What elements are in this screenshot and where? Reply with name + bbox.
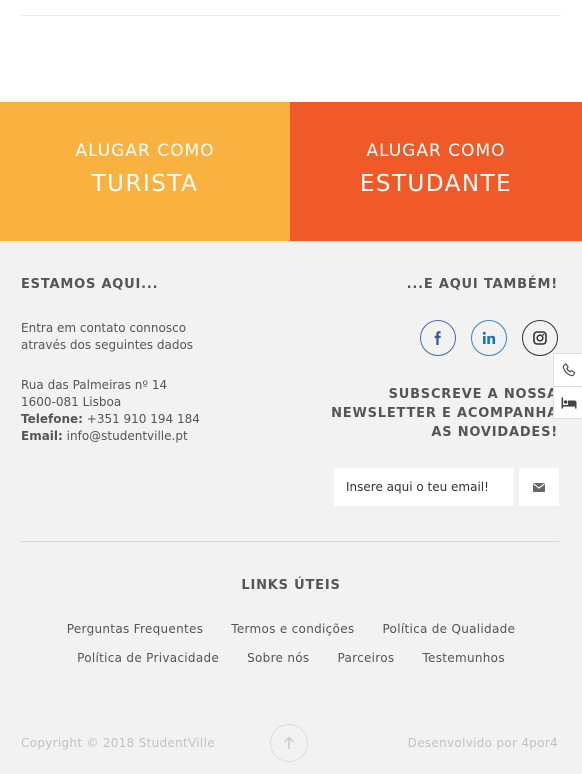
social-heading: ...E AQUI TAMBÉM!	[406, 277, 558, 292]
top-section	[0, 0, 582, 102]
newsletter-line1: SUBSCREVE A NOSSA	[388, 387, 558, 402]
phone-icon	[562, 363, 575, 377]
useful-links-title: LINKS ÚTEIS	[241, 578, 341, 593]
link-privacy-policy[interactable]: Política de Privacidade	[77, 651, 219, 665]
link-terms[interactable]: Termos e condições	[231, 622, 354, 636]
phone-row: Telefone: +351 910 194 184	[21, 411, 200, 428]
email-row: Email: info@studentville.pt	[21, 428, 200, 445]
instagram-icon	[533, 331, 547, 345]
email-label: Email:	[21, 429, 63, 443]
bed-icon	[561, 397, 576, 408]
useful-links-row-2: Política de Privacidade Sobre nós Parcei…	[0, 651, 582, 665]
newsletter-submit-button[interactable]	[519, 468, 559, 506]
address-line1: Rua das Palmeiras nº 14	[21, 378, 168, 392]
developer-credit[interactable]: Desenvolvido por 4por4	[408, 736, 558, 750]
tourist-banner-small-text: ALUGAR COMO	[75, 141, 215, 161]
contact-intro-line2: através dos seguintes dados	[21, 338, 194, 352]
copyright-text: Copyright © 2018 StudentVille	[21, 736, 215, 750]
top-divider	[21, 15, 561, 16]
linkedin-button[interactable]	[471, 320, 507, 356]
footer-divider	[21, 541, 559, 542]
tourist-banner-big-text: TURISTA	[91, 171, 199, 197]
email-value[interactable]: info@studentville.pt	[67, 429, 188, 443]
link-testimonials[interactable]: Testemunhos	[422, 651, 504, 665]
useful-links-row-1: Perguntas Frequentes Termos e condições …	[0, 622, 582, 636]
contact-heading: ESTAMOS AQUI...	[21, 277, 159, 292]
scroll-to-top-button[interactable]	[270, 724, 308, 762]
contact-intro-line1: Entra em contato connosco	[21, 321, 187, 335]
phone-value[interactable]: +351 910 194 184	[87, 412, 200, 426]
contact-details: Rua das Palmeiras nº 14 1600-081 Lisboa …	[21, 377, 200, 445]
book-bed-button[interactable]	[554, 386, 582, 418]
contact-intro: Entra em contato connosco através dos se…	[21, 320, 193, 354]
call-button[interactable]	[554, 354, 582, 386]
newsletter-line3: AS NOVIDADES!	[431, 425, 558, 440]
mail-icon	[533, 482, 545, 492]
link-faq[interactable]: Perguntas Frequentes	[67, 622, 204, 636]
newsletter-email-input[interactable]	[334, 468, 514, 506]
newsletter-text: SUBSCREVE A NOSSA NEWSLETTER E ACOMPANHA…	[318, 385, 558, 442]
rent-as-tourist-banner[interactable]: ALUGAR COMO TURISTA	[0, 102, 290, 241]
facebook-icon	[434, 331, 441, 345]
link-quality-policy[interactable]: Política de Qualidade	[382, 622, 515, 636]
link-about-us[interactable]: Sobre nós	[247, 651, 309, 665]
newsletter-line2: NEWSLETTER E ACOMPANHA	[331, 406, 558, 421]
rent-as-student-banner[interactable]: ALUGAR COMO ESTUDANTE	[290, 102, 582, 241]
arrow-up-icon	[284, 736, 294, 749]
linkedin-icon	[482, 331, 496, 344]
instagram-button[interactable]	[522, 320, 558, 356]
address-line2: 1600-081 Lisboa	[21, 395, 122, 409]
facebook-button[interactable]	[420, 320, 456, 356]
floating-contact-panel	[553, 353, 582, 419]
student-banner-big-text: ESTUDANTE	[359, 171, 513, 197]
student-banner-small-text: ALUGAR COMO	[366, 141, 506, 161]
phone-label: Telefone:	[21, 412, 83, 426]
link-partners[interactable]: Parceiros	[337, 651, 394, 665]
